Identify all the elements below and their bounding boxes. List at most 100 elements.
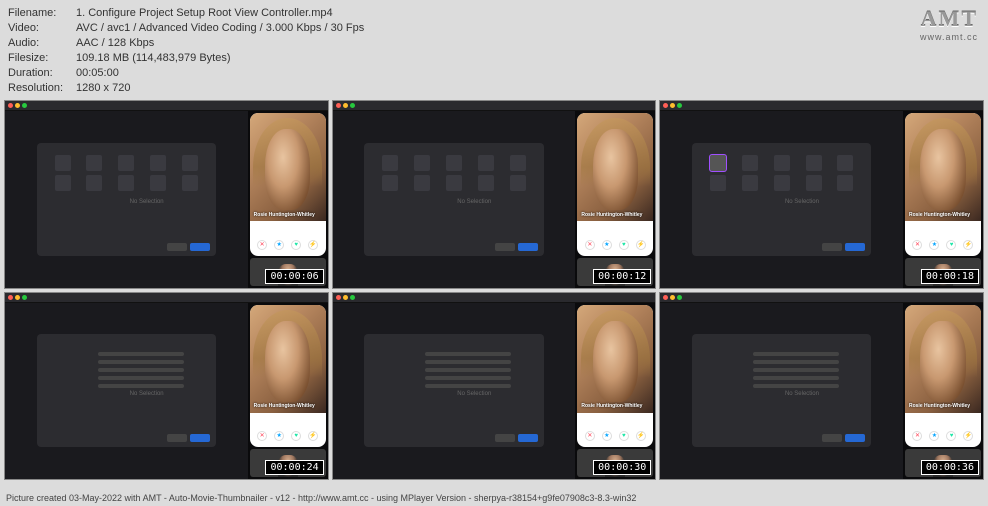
meta-filesize-row: Filesize: 109.18 MB (114,483,979 Bytes) xyxy=(8,51,980,66)
like-icon xyxy=(619,240,629,250)
maximize-icon xyxy=(677,103,682,108)
window-titlebar xyxy=(333,293,656,303)
dialog-footer xyxy=(822,243,865,251)
template-option-icon xyxy=(150,175,166,191)
template-option-icon xyxy=(806,175,822,191)
new-project-dialog xyxy=(692,334,872,447)
timestamp-badge: 00:00:12 xyxy=(593,269,651,284)
template-option-icon xyxy=(382,155,398,171)
template-option-icon xyxy=(182,175,198,191)
swipe-actions xyxy=(577,431,653,441)
maximize-icon xyxy=(677,295,682,300)
form-field xyxy=(98,376,184,380)
superlike-icon xyxy=(929,431,939,441)
form-field xyxy=(753,352,839,356)
meta-filename-label: Filename: xyxy=(8,6,76,21)
thumb-content: No SelectionRosie Huntington-Whitley xyxy=(660,303,983,480)
meta-filename-row: Filename: 1. Configure Project Setup Roo… xyxy=(8,6,980,21)
minimize-icon xyxy=(343,103,348,108)
form-field xyxy=(425,360,511,364)
meta-filesize-label: Filesize: xyxy=(8,51,76,66)
timestamp-badge: 00:00:30 xyxy=(593,460,651,475)
close-icon xyxy=(8,295,13,300)
window-titlebar xyxy=(5,293,328,303)
like-icon xyxy=(946,431,956,441)
xcode-area: No Selection xyxy=(333,303,576,480)
template-option-icon xyxy=(55,155,71,171)
template-option-icon xyxy=(55,175,71,191)
dialog-footer xyxy=(495,434,538,442)
photo-face xyxy=(265,129,311,210)
photo-face xyxy=(593,321,639,402)
preview-column: Rosie Huntington-Whitley xyxy=(575,111,655,288)
superlike-icon xyxy=(274,240,284,250)
boost-icon xyxy=(636,240,646,250)
superlike-icon xyxy=(929,240,939,250)
previous-button xyxy=(495,243,515,251)
preview-column: Rosie Huntington-Whitley xyxy=(903,111,983,288)
logo-text: AMT xyxy=(920,6,978,32)
dialog-footer xyxy=(495,243,538,251)
preview-column: Rosie Huntington-Whitley xyxy=(248,303,328,480)
template-option-icon xyxy=(774,175,790,191)
phone-photo xyxy=(250,113,326,221)
maximize-icon xyxy=(22,295,27,300)
swipe-actions xyxy=(905,431,981,441)
template-option-icon xyxy=(710,175,726,191)
meta-filesize-value: 109.18 MB (114,483,979 Bytes) xyxy=(76,51,980,66)
thumbnail-6: No SelectionRosie Huntington-Whitley00:0… xyxy=(659,292,984,481)
meta-audio-row: Audio: AAC / 128 Kbps xyxy=(8,36,980,51)
thumbnail-grid: No SelectionRosie Huntington-Whitley00:0… xyxy=(0,100,988,480)
dialog-footer xyxy=(167,434,210,442)
no-selection-text: No Selection xyxy=(130,199,164,205)
swipe-actions xyxy=(250,431,326,441)
thumb-content: No SelectionRosie Huntington-Whitley xyxy=(5,111,328,288)
xcode-area: No Selection xyxy=(660,303,903,480)
phone-photo xyxy=(905,113,981,221)
meta-resolution-value: 1280 x 720 xyxy=(76,81,980,96)
traffic-lights xyxy=(663,295,682,300)
boost-icon xyxy=(636,431,646,441)
next-button xyxy=(518,243,538,251)
photo-face xyxy=(593,129,639,210)
metadata-header: Filename: 1. Configure Project Setup Roo… xyxy=(0,0,988,100)
phone-mockup: Rosie Huntington-Whitley xyxy=(577,305,653,448)
phone-photo xyxy=(577,113,653,221)
no-selection-text: No Selection xyxy=(457,391,491,397)
form-field xyxy=(753,360,839,364)
next-button xyxy=(190,434,210,442)
template-option-icon xyxy=(742,155,758,171)
template-option-icon xyxy=(837,175,853,191)
superlike-icon xyxy=(274,431,284,441)
close-icon xyxy=(336,295,341,300)
next-button xyxy=(190,243,210,251)
xcode-area: No Selection xyxy=(660,111,903,288)
timestamp-badge: 00:00:24 xyxy=(265,460,323,475)
profile-name: Rosie Huntington-Whitley xyxy=(581,213,642,219)
boost-icon xyxy=(963,240,973,250)
timestamp-badge: 00:00:36 xyxy=(921,460,979,475)
no-selection-text: No Selection xyxy=(457,199,491,205)
no-selection-text: No Selection xyxy=(785,199,819,205)
meta-resolution-label: Resolution: xyxy=(8,81,76,96)
traffic-lights xyxy=(336,103,355,108)
template-option-icon xyxy=(478,175,494,191)
superlike-icon xyxy=(602,240,612,250)
previous-button xyxy=(167,243,187,251)
photo-face xyxy=(920,129,966,210)
phone-photo xyxy=(577,305,653,413)
xcode-area: No Selection xyxy=(5,111,248,288)
template-option-icon xyxy=(510,155,526,171)
minimize-icon xyxy=(15,103,20,108)
new-project-dialog xyxy=(364,334,544,447)
maximize-icon xyxy=(350,295,355,300)
template-icon-grid xyxy=(372,151,536,195)
form-field xyxy=(425,352,511,356)
thumbnail-3: No SelectionRosie Huntington-Whitley00:0… xyxy=(659,100,984,289)
no-selection-text: No Selection xyxy=(785,391,819,397)
like-icon xyxy=(619,431,629,441)
template-option-icon xyxy=(414,175,430,191)
traffic-lights xyxy=(663,103,682,108)
template-icon-grid xyxy=(700,151,864,195)
template-option-icon xyxy=(86,175,102,191)
